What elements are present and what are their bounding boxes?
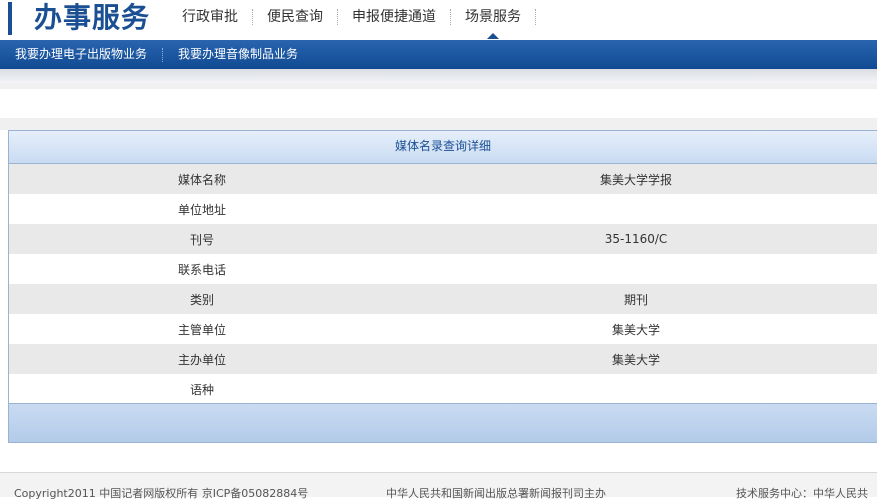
detail-row-sponsor: 主办单位 集美大学	[9, 344, 877, 374]
field-value: 35-1160/C	[604, 232, 668, 246]
active-caret-icon	[487, 33, 499, 39]
footer-sponsor: 中华人民共和国新闻出版总署新闻报刊司主办	[386, 487, 606, 500]
detail-row-media-name: 媒体名称 集美大学学报	[9, 164, 877, 194]
field-label: 刊号	[189, 232, 214, 247]
brand-accent-bar	[8, 2, 12, 35]
detail-row-category: 类别 期刊	[9, 284, 877, 314]
nav-item-quick-declaration[interactable]: 申报便捷通道	[338, 5, 450, 29]
nav-item-public-query[interactable]: 便民查询	[253, 5, 337, 29]
field-label: 媒体名称	[177, 172, 226, 187]
field-label: 主办单位	[177, 352, 226, 367]
nav-item-scene-service-label: 场景服务	[465, 9, 521, 25]
nav-item-admin-approval[interactable]: 行政审批	[168, 5, 252, 29]
detail-row-language: 语种	[9, 374, 877, 404]
subnav-item-audio-video-products[interactable]: 我要办理音像制品业务	[163, 40, 313, 69]
nav-item-scene-service[interactable]: 场景服务	[451, 5, 535, 39]
footer-tech-support: 技术服务中心：中华人民共	[736, 487, 868, 500]
content-top-band	[0, 83, 877, 89]
field-label: 联系电话	[177, 262, 226, 277]
detail-row-supervisor: 主管单位 集美大学	[9, 314, 877, 344]
page-footer: Copyright2011 中国记者网版权所有 京ICP备05082884号 中…	[0, 473, 877, 500]
field-label: 语种	[189, 382, 214, 397]
field-label: 单位地址	[177, 202, 226, 217]
site-brand-title: 办事服务	[34, 1, 151, 34]
field-label: 主管单位	[177, 322, 226, 337]
sub-navigation: 我要办理电子出版物业务 我要办理音像制品业务	[0, 40, 877, 69]
subnav-item-electronic-publications[interactable]: 我要办理电子出版物业务	[0, 40, 162, 69]
subnav-shadow	[0, 69, 877, 83]
detail-row-issn: 刊号 35-1160/C	[9, 224, 877, 254]
field-value: 集美大学学报	[599, 172, 672, 187]
top-header: 办事服务 行政审批 便民查询 申报便捷通道 场景服务	[0, 0, 877, 40]
field-value: 集美大学	[611, 352, 660, 367]
panel-title: 媒体名录查询详细	[9, 131, 877, 164]
content-band	[0, 118, 877, 130]
media-detail-panel: 媒体名录查询详细 媒体名称 集美大学学报 单位地址 刊号 35-1160/C 联…	[8, 130, 877, 443]
detail-row-phone: 联系电话	[9, 254, 877, 284]
footer-copyright: Copyright2011 中国记者网版权所有 京ICP备05082884号	[14, 487, 309, 500]
field-label: 类别	[189, 292, 214, 307]
detail-row-address: 单位地址	[9, 194, 877, 224]
panel-footer-bar	[9, 403, 877, 442]
nav-divider	[535, 9, 536, 25]
field-value: 期刊	[623, 292, 648, 307]
field-value: 集美大学	[611, 322, 660, 337]
top-navigation: 行政审批 便民查询 申报便捷通道 场景服务	[168, 4, 536, 39]
